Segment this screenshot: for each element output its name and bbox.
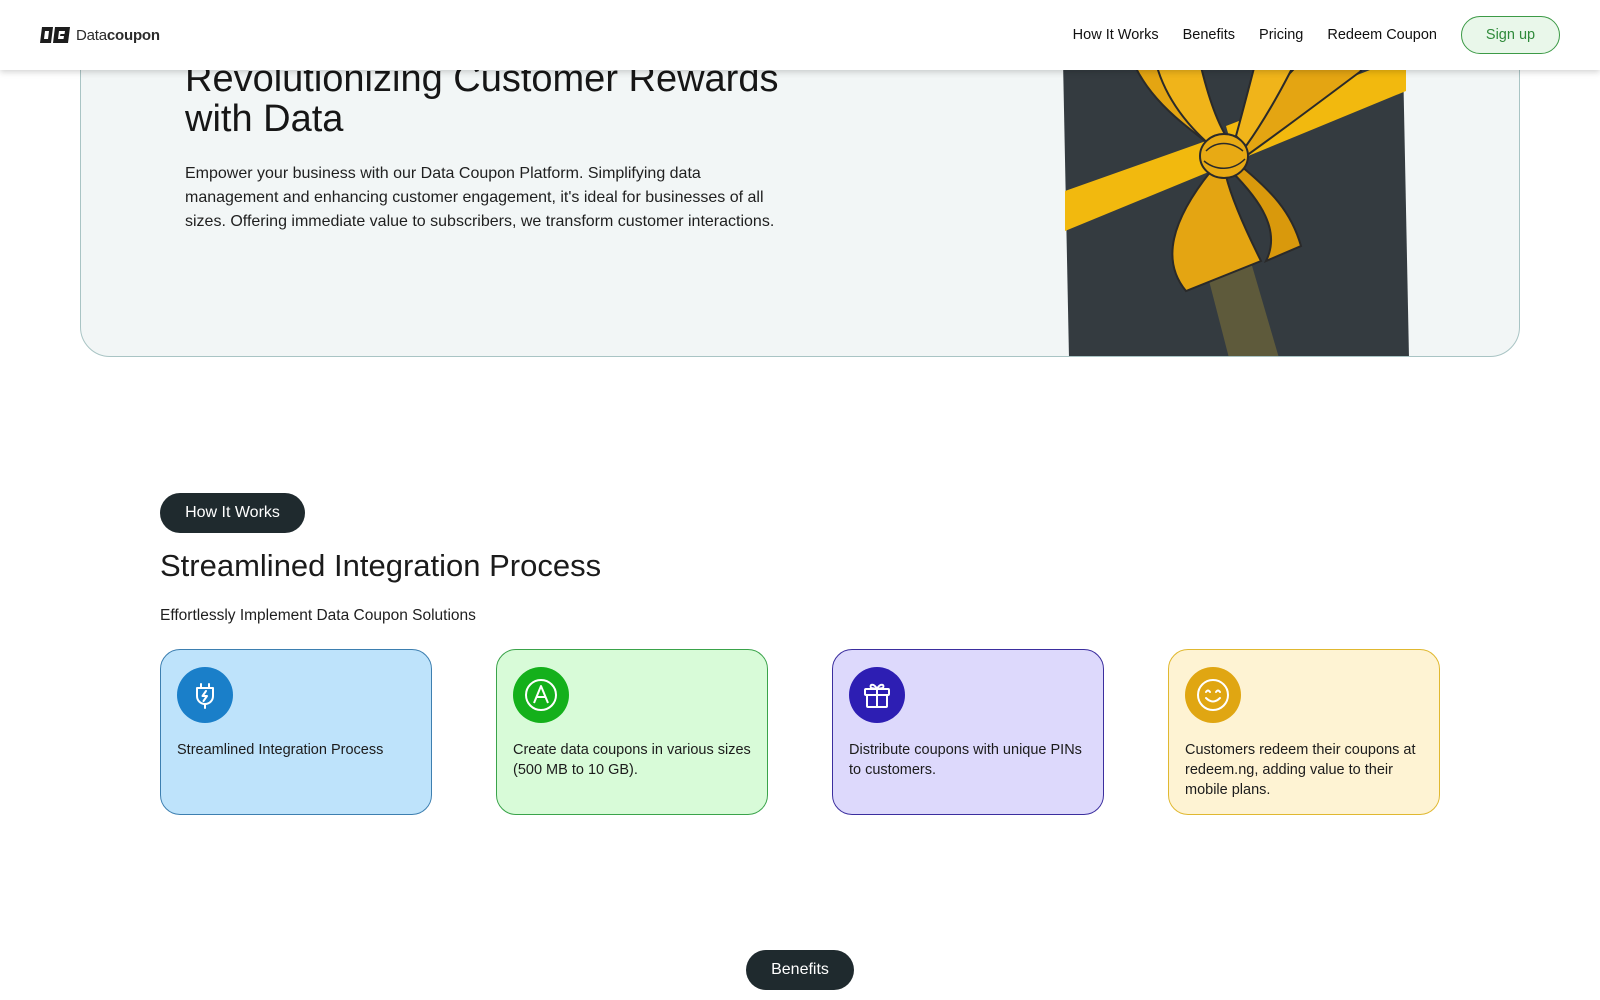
nav-redeem-coupon[interactable]: Redeem Coupon bbox=[1327, 27, 1437, 43]
how-it-works-tag: How It Works bbox=[160, 493, 305, 533]
section-subtitle: Effortlessly Implement Data Coupon Solut… bbox=[160, 607, 476, 624]
logo-icon bbox=[40, 27, 70, 43]
brand-logo[interactable]: Datacoupon bbox=[40, 25, 160, 45]
signup-button[interactable]: Sign up bbox=[1461, 16, 1560, 54]
smile-icon bbox=[1185, 667, 1241, 723]
step-card-create: Create data coupons in various sizes (50… bbox=[496, 649, 768, 815]
hero-title: Revolutionizing Customer Rewards with Da… bbox=[185, 58, 779, 140]
brand-name: Datacoupon bbox=[76, 26, 160, 44]
step-card-distribute: Distribute coupons with unique PINs to c… bbox=[832, 649, 1104, 815]
step-card-redeem: Customers redeem their coupons at redeem… bbox=[1168, 649, 1440, 815]
benefits-tag: Benefits bbox=[746, 950, 854, 990]
step-card-text: Streamlined Integration Process bbox=[177, 742, 384, 758]
nav-pricing[interactable]: Pricing bbox=[1259, 27, 1303, 43]
navbar: Datacoupon How It Works Benefits Pricing… bbox=[0, 0, 1600, 70]
step-card-text: Customers redeem their coupons at redeem… bbox=[1185, 742, 1416, 798]
step-card-text: Create data coupons in various sizes (50… bbox=[513, 742, 751, 778]
gift-icon bbox=[849, 667, 905, 723]
nav-how-it-works[interactable]: How It Works bbox=[1073, 27, 1159, 43]
step-card-integration: Streamlined Integration Process bbox=[160, 649, 432, 815]
step-card-text: Distribute coupons with unique PINs to c… bbox=[849, 742, 1082, 778]
main-nav: How It Works Benefits Pricing Redeem Cou… bbox=[1049, 16, 1560, 54]
coupon-a-icon bbox=[513, 667, 569, 723]
section-title: Streamlined Integration Process bbox=[160, 548, 602, 583]
plug-icon bbox=[177, 667, 233, 723]
nav-benefits[interactable]: Benefits bbox=[1183, 27, 1235, 43]
hero-description: Empower your business with our Data Coup… bbox=[185, 165, 775, 230]
